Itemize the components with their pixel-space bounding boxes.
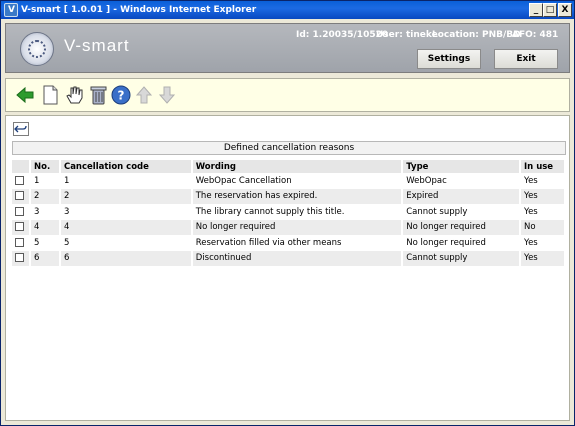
cell-code: 4 (59, 219, 193, 236)
cell-wording: WebOpac Cancellation (191, 173, 404, 189)
cell-type: No longer required (402, 235, 522, 251)
cell-code: 6 (59, 250, 193, 267)
undo-icon[interactable] (13, 122, 29, 136)
toolbar: ? (5, 78, 570, 112)
col-header-select (12, 160, 31, 173)
col-header-type[interactable]: Type (402, 160, 522, 173)
down-arrow-icon (156, 84, 178, 106)
table-row[interactable]: 1 1 WebOpac Cancellation WebOpac Yes (12, 173, 566, 189)
cell-type: Cannot supply (402, 250, 522, 267)
row-checkbox[interactable] (15, 253, 24, 263)
cell-no: 1 (29, 173, 61, 189)
row-checkbox[interactable] (15, 175, 24, 185)
delete-trash-icon[interactable] (87, 84, 109, 106)
minimize-button[interactable]: _ (529, 3, 543, 17)
table-header-row: No. Cancellation code Wording Type In us… (12, 160, 566, 173)
cell-no: 5 (29, 235, 61, 251)
user-text: User: tineke (376, 30, 438, 40)
table-row[interactable]: 3 3 The library cannot supply this title… (12, 204, 566, 220)
table-row[interactable]: 4 4 No longer required No longer require… (12, 219, 566, 236)
cell-in-use: No (520, 219, 566, 236)
cell-in-use: Yes (520, 250, 566, 267)
table-row[interactable]: 6 6 Discontinued Cannot supply Yes (12, 250, 566, 267)
col-header-code[interactable]: Cancellation code (59, 160, 193, 173)
cell-in-use: Yes (520, 188, 566, 205)
brand-name: V-smart (64, 36, 130, 55)
cell-wording: Reservation filled via other means (191, 235, 404, 251)
table-row[interactable]: 2 2 The reservation has expired. Expired… (12, 188, 566, 205)
row-checkbox[interactable] (15, 237, 24, 247)
cell-type: Cannot supply (402, 204, 522, 220)
app-header: V-smart Id: 1.20035/10520 User: tineke L… (5, 23, 570, 73)
close-button[interactable]: X (558, 3, 572, 17)
row-checkbox[interactable] (15, 191, 24, 201)
content-panel: Defined cancellation reasons No. Cancell… (5, 115, 570, 421)
new-document-icon[interactable] (39, 84, 61, 106)
id-text: Id: 1.20035/10520 (296, 30, 389, 40)
cell-no: 4 (29, 219, 61, 236)
col-header-in-use[interactable]: In use (520, 160, 566, 173)
back-arrow-icon[interactable] (14, 84, 36, 106)
vsmart-logo-icon (20, 32, 54, 66)
cancellation-reasons-table: No. Cancellation code Wording Type In us… (12, 160, 566, 267)
cell-no: 3 (29, 204, 61, 220)
cell-code: 1 (59, 173, 193, 189)
settings-button[interactable]: Settings (417, 49, 481, 69)
app-icon (4, 1, 18, 19)
cell-no: 6 (29, 250, 61, 267)
table-row[interactable]: 5 5 Reservation filled via other means N… (12, 235, 566, 251)
cell-wording: The library cannot supply this title. (191, 204, 404, 220)
cell-no: 2 (29, 188, 61, 205)
cell-type: Expired (402, 188, 522, 205)
location-text: Location: PNB/BD (432, 30, 521, 40)
help-icon[interactable]: ? (110, 84, 132, 106)
title-bar[interactable]: V-smart [ 1.0.01 ] - Windows Internet Ex… (1, 1, 574, 19)
col-header-no[interactable]: No. (29, 160, 61, 173)
cell-wording: The reservation has expired. (191, 188, 404, 205)
up-arrow-icon (133, 84, 155, 106)
cell-in-use: Yes (520, 235, 566, 251)
afo-text: AFO: 481 (512, 30, 559, 40)
browser-window: V-smart [ 1.0.01 ] - Windows Internet Ex… (0, 0, 575, 426)
cell-type: WebOpac (402, 173, 522, 189)
cell-code: 5 (59, 235, 193, 251)
cell-in-use: Yes (520, 173, 566, 189)
maximize-button[interactable]: □ (543, 3, 557, 17)
exit-button[interactable]: Exit (494, 49, 558, 69)
cell-code: 2 (59, 188, 193, 205)
cell-wording: No longer required (191, 219, 404, 236)
row-checkbox[interactable] (15, 206, 24, 216)
table-caption: Defined cancellation reasons (12, 141, 566, 155)
window-title: V-smart [ 1.0.01 ] - Windows Internet Ex… (21, 5, 257, 15)
cell-wording: Discontinued (191, 250, 404, 267)
row-checkbox[interactable] (15, 222, 24, 232)
cell-code: 3 (59, 204, 193, 220)
select-hand-icon[interactable] (63, 84, 85, 106)
cell-in-use: Yes (520, 204, 566, 220)
cell-type: No longer required (402, 219, 522, 236)
col-header-wording[interactable]: Wording (191, 160, 404, 173)
svg-text:?: ? (118, 89, 125, 103)
